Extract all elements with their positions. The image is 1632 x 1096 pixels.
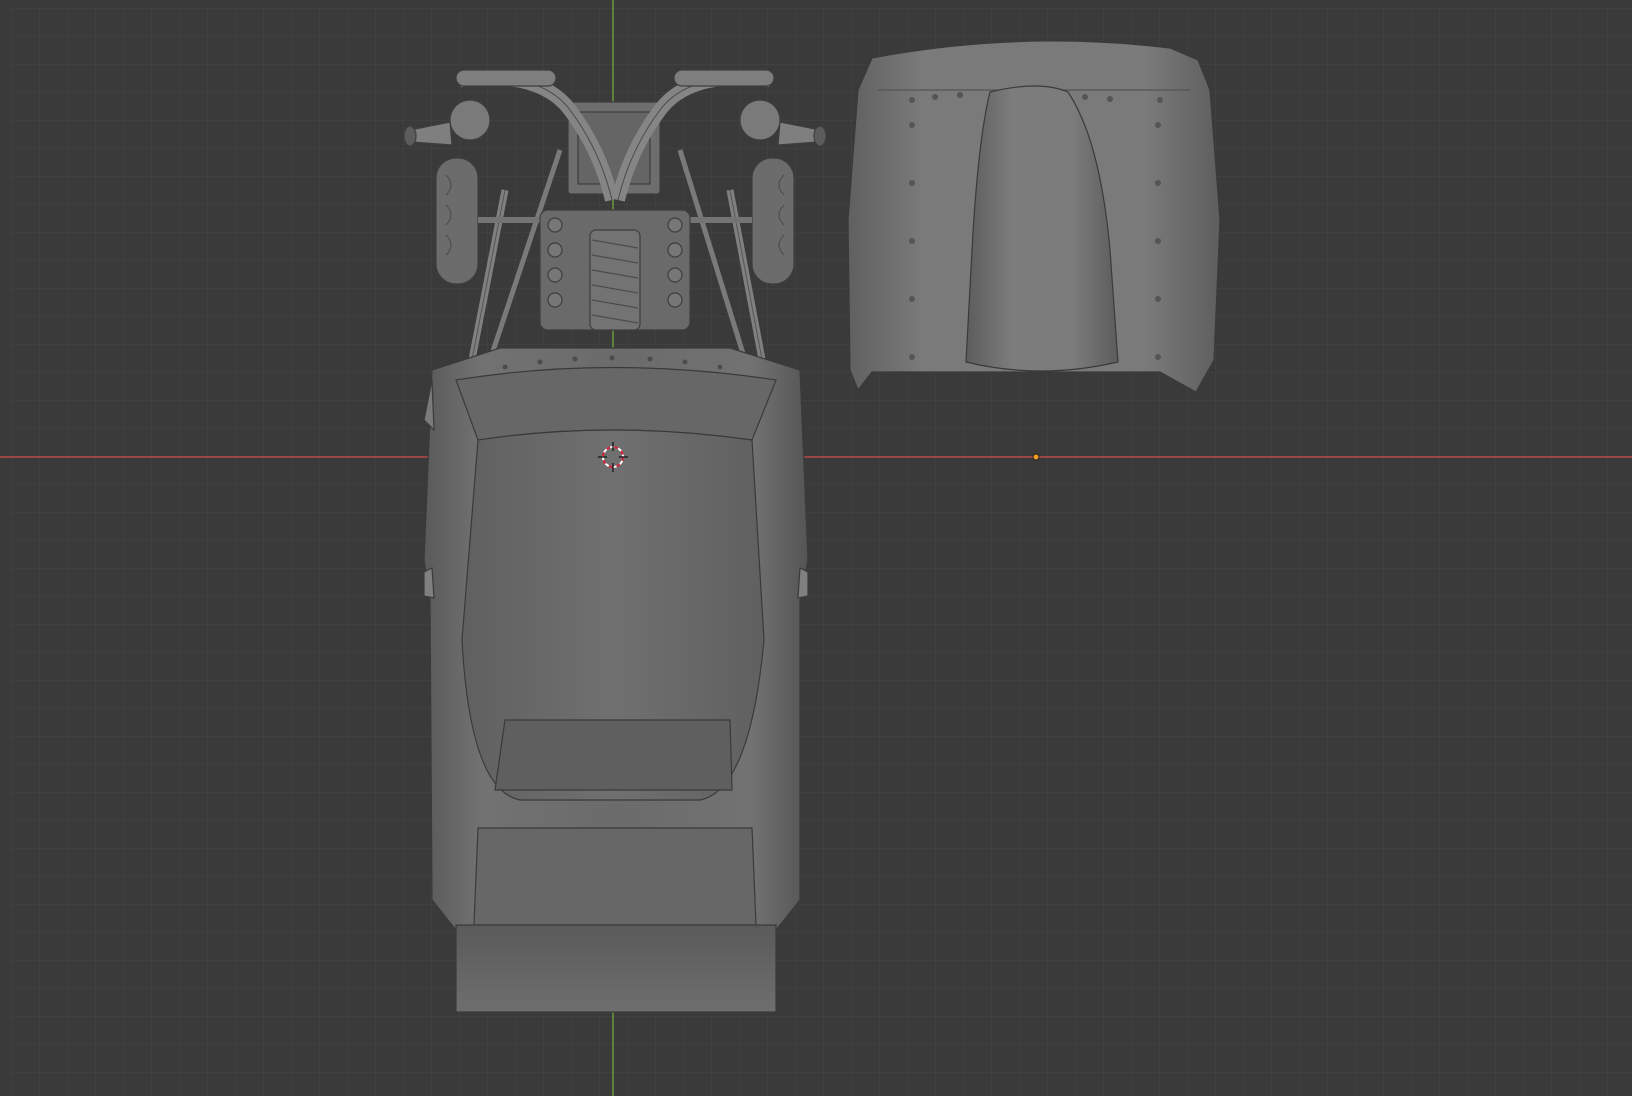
viewport-canvas[interactable] (0, 0, 1632, 1096)
3d-viewport[interactable] (0, 0, 1632, 1096)
grid-floor (0, 0, 1632, 1096)
object-origin-icon[interactable] (1032, 453, 1040, 461)
hood-object[interactable] (847, 40, 1221, 393)
